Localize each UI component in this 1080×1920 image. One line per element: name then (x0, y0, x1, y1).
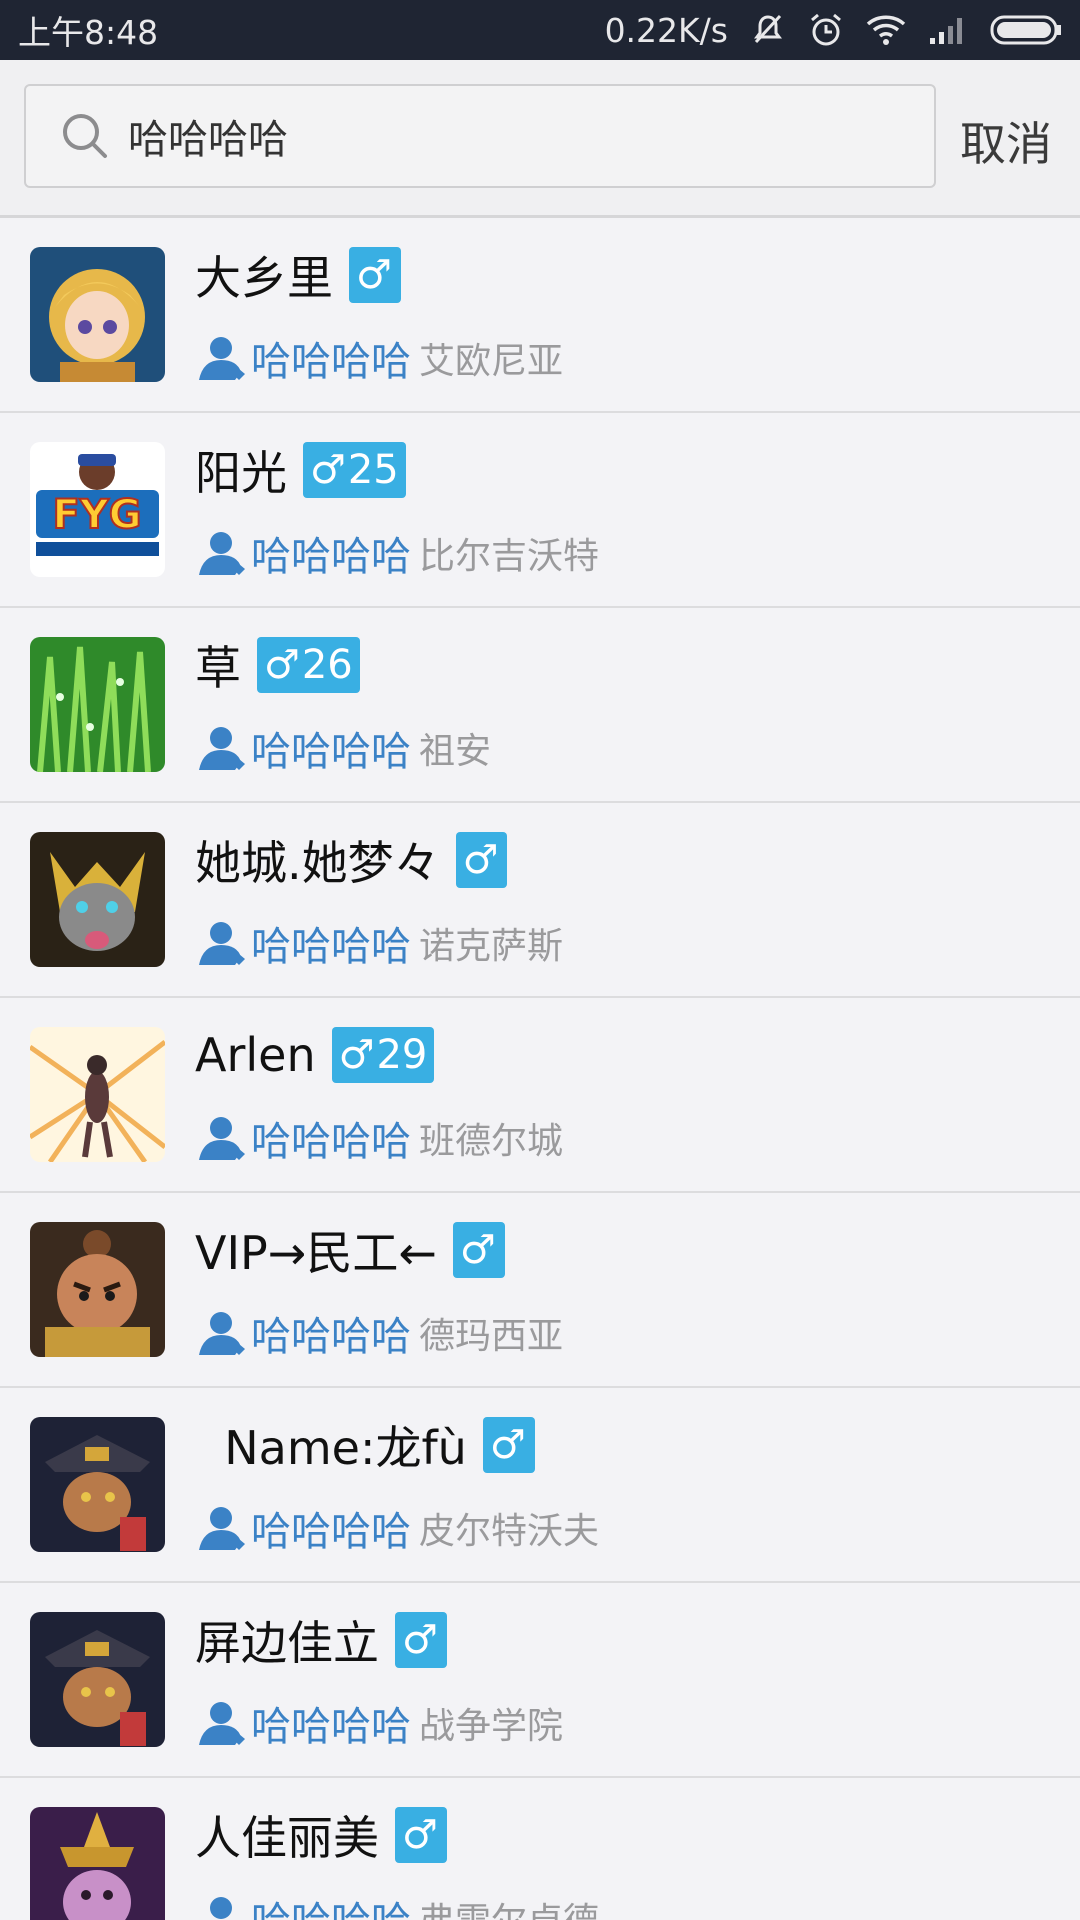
list-item[interactable]: FYG 阳光 ♂ 25 哈哈哈哈 比尔吉沃特 (0, 413, 1080, 608)
user-region: 德玛西亚 (419, 1316, 564, 1357)
user-region: 弗雷尔卓德 (419, 1892, 599, 1920)
user-name: 大乡里 (195, 251, 333, 305)
gender-badge: ♂ 26 (257, 637, 360, 693)
male-icon: ♂ (338, 1032, 375, 1078)
user-name: 草 (195, 641, 241, 695)
list-item[interactable]: Name:龙fù ♂ 哈哈哈哈 皮尔特沃夫 (0, 1388, 1080, 1583)
gender-badge: ♂ (395, 1612, 447, 1668)
user-region: 皮尔特沃夫 (419, 1511, 600, 1552)
user-name: 阳光 (195, 446, 287, 500)
male-icon: ♂ (459, 1227, 496, 1273)
user-tag: 哈哈哈哈 (251, 1889, 411, 1920)
age-label: 29 (376, 1032, 428, 1078)
list-item[interactable]: Arlen ♂ 29 哈哈哈哈 班德尔城 (0, 998, 1080, 1193)
user-tag: 哈哈哈哈 (251, 1119, 411, 1165)
status-bar: 上午8:48 0.22K/s (0, 0, 1080, 60)
male-icon: ♂ (402, 1617, 438, 1663)
avatar (30, 832, 165, 967)
male-icon: ♂ (402, 1812, 438, 1858)
cancel-button[interactable]: 取消 (960, 108, 1052, 174)
user-name: Name:龙fù (195, 1421, 467, 1475)
avatar (30, 1807, 165, 1920)
search-icon (63, 114, 107, 158)
avatar (30, 247, 165, 382)
list-item[interactable]: 大乡里 ♂ 哈哈哈哈 艾欧尼亚 (0, 218, 1080, 413)
user-icon (199, 1702, 245, 1745)
battery-icon (990, 15, 1062, 45)
user-tag: 哈哈哈哈 (251, 1509, 411, 1555)
user-icon (199, 727, 245, 770)
list-item[interactable]: 草 ♂ 26 哈哈哈哈 祖安 (0, 608, 1080, 803)
user-region: 比尔吉沃特 (419, 536, 600, 577)
user-name: VIP→民工← (195, 1226, 437, 1280)
user-tag: 哈哈哈哈 (251, 339, 411, 385)
gender-badge: ♂ (482, 1417, 535, 1473)
search-input[interactable] (128, 113, 888, 159)
user-region: 班德尔城 (419, 1121, 564, 1162)
male-icon: ♂ (462, 837, 499, 883)
avatar (30, 1612, 165, 1747)
avatar (30, 1027, 165, 1162)
mute-icon (750, 12, 786, 48)
gender-badge: ♂ (349, 247, 401, 303)
search-box[interactable] (24, 84, 936, 188)
status-time: 上午8:48 (18, 13, 159, 52)
user-icon (199, 1507, 245, 1550)
age-label: 25 (347, 447, 399, 493)
signal-icon (928, 14, 968, 46)
result-list: 大乡里 ♂ 哈哈哈哈 艾欧尼亚 FYG 阳光 ♂ 25 哈哈哈哈 比尔吉沃特 草… (0, 218, 1080, 1920)
avatar (30, 1222, 165, 1357)
user-name: 她城.她梦々 (195, 836, 440, 890)
user-icon (199, 532, 245, 575)
network-speed: 0.22K/s (604, 10, 728, 50)
male-icon: ♂ (310, 447, 346, 493)
avatar (30, 1417, 165, 1552)
user-tag: 哈哈哈哈 (251, 729, 411, 775)
male-icon: ♂ (356, 252, 392, 298)
user-icon (210, 1897, 232, 1919)
avatar (30, 637, 165, 772)
user-region: 战争学院 (419, 1706, 564, 1747)
male-icon: ♂ (489, 1422, 526, 1468)
user-tag: 哈哈哈哈 (251, 534, 411, 580)
list-item[interactable]: 屏边佳立 ♂ 哈哈哈哈 战争学院 (0, 1583, 1080, 1778)
alarm-icon (808, 12, 844, 48)
user-tag: 哈哈哈哈 (251, 1314, 411, 1360)
user-name: 人佳丽美 (195, 1811, 379, 1865)
user-icon (199, 1312, 245, 1355)
user-region: 艾欧尼亚 (419, 341, 564, 382)
gender-badge: ♂ (455, 832, 508, 888)
user-icon (199, 1117, 245, 1160)
list-item[interactable]: VIP→民工← ♂ 哈哈哈哈 德玛西亚 (0, 1193, 1080, 1388)
svg-text:FYG: FYG (52, 492, 141, 538)
gender-badge: ♂ (395, 1807, 447, 1863)
wifi-icon (866, 14, 906, 46)
list-item[interactable]: 人佳丽美 ♂ 哈哈哈哈 弗雷尔卓德 (0, 1778, 1080, 1920)
age-label: 26 (301, 642, 353, 688)
gender-badge: ♂ 25 (303, 442, 406, 498)
user-tag: 哈哈哈哈 (251, 1704, 411, 1750)
gender-badge: ♂ (452, 1222, 505, 1278)
male-icon: ♂ (264, 642, 300, 688)
avatar: FYG (30, 442, 165, 577)
user-icon (199, 337, 245, 380)
user-region: 祖安 (419, 731, 492, 772)
user-tag: 哈哈哈哈 (251, 924, 411, 970)
search-bar: 取消 (0, 60, 1080, 218)
user-name: 屏边佳立 (195, 1616, 379, 1670)
user-region: 诺克萨斯 (419, 926, 564, 967)
list-item[interactable]: 她城.她梦々 ♂ 哈哈哈哈 诺克萨斯 (0, 803, 1080, 998)
user-name: Arlen (195, 1028, 316, 1082)
status-icons: 0.22K/s (605, 11, 1062, 50)
user-icon (199, 922, 245, 965)
gender-badge: ♂ 29 (331, 1027, 435, 1083)
